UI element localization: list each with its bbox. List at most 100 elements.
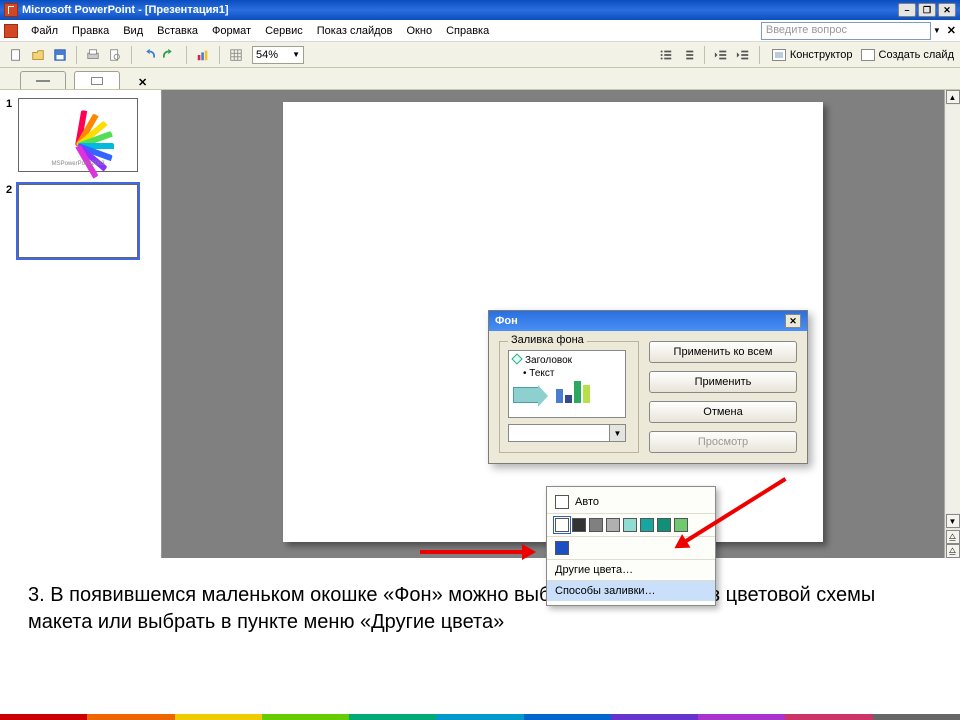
color-swatch[interactable] <box>623 518 637 532</box>
slide-panel: 1 MSPowerPoint2003 2 <box>0 90 162 558</box>
menu-slideshow[interactable]: Показ слайдов <box>310 25 400 37</box>
chevron-down-icon: ▼ <box>609 425 625 441</box>
auto-label: Авто <box>575 496 599 508</box>
color-swatch[interactable] <box>589 518 603 532</box>
help-search-input[interactable]: Введите вопрос <box>761 22 931 40</box>
design-icon <box>772 49 786 61</box>
close-button[interactable]: ✕ <box>938 3 956 17</box>
outdent-icon[interactable] <box>711 45 731 65</box>
vertical-scrollbar[interactable]: ▲ ▼ ⧋ ⧋ <box>944 90 960 558</box>
slide-number: 1 <box>6 98 12 172</box>
undo-icon[interactable] <box>138 45 158 65</box>
fill-effects-label: Способы заливки… <box>555 585 656 597</box>
dialog-close-button[interactable]: ✕ <box>785 314 801 328</box>
diamond-icon <box>511 353 522 364</box>
outline-tabs: ✕ <box>0 68 960 90</box>
app-menu-icon[interactable] <box>4 24 18 38</box>
fill-fieldset: Заливка фона Заголовок • Текст ▼ <box>499 341 639 453</box>
new-doc-icon[interactable] <box>6 45 26 65</box>
fill-color-combo[interactable]: ▼ <box>508 424 626 442</box>
design-button[interactable]: Конструктор <box>772 49 853 61</box>
color-dropdown-menu: Авто Другие цвета… Способы заливки… <box>546 486 716 606</box>
save-icon[interactable] <box>50 45 70 65</box>
new-slide-button[interactable]: Создать слайд <box>861 49 954 61</box>
color-swatch[interactable] <box>555 518 569 532</box>
menu-edit[interactable]: Правка <box>65 25 116 37</box>
fill-effects-item[interactable]: Способы заливки… <box>547 581 715 601</box>
standard-toolbar: 54% ▼ Конструктор Создать слайд <box>0 42 960 68</box>
menu-format[interactable]: Формат <box>205 25 258 37</box>
bullets-icon[interactable] <box>656 45 676 65</box>
auto-swatch-icon <box>555 495 569 509</box>
arrow-shape-icon <box>513 387 539 403</box>
next-slide-icon[interactable]: ⧋ <box>946 544 960 558</box>
zoom-value: 54% <box>256 49 278 61</box>
outline-tab[interactable] <box>20 71 66 89</box>
slides-tab[interactable] <box>74 71 120 89</box>
slide-preview: Заголовок • Текст <box>508 350 626 418</box>
color-swatch[interactable] <box>606 518 620 532</box>
slide-number: 2 <box>6 184 12 258</box>
more-colors-item[interactable]: Другие цвета… <box>547 560 715 581</box>
scheme-color-row <box>547 514 715 537</box>
chart-icon[interactable] <box>193 45 213 65</box>
workspace: 1 MSPowerPoint2003 2 ▲ ▼ ⧋ ⧋ Фон ✕ Залив… <box>0 90 960 558</box>
numbering-icon[interactable] <box>678 45 698 65</box>
preview-bullet: Текст <box>529 368 554 379</box>
slide-thumbnail-1[interactable]: 1 MSPowerPoint2003 <box>6 98 155 172</box>
menu-bar: Файл Правка Вид Вставка Формат Сервис По… <box>0 20 960 42</box>
menu-insert[interactable]: Вставка <box>150 25 205 37</box>
design-label: Конструктор <box>790 49 853 61</box>
indent-icon[interactable] <box>733 45 753 65</box>
print-icon[interactable] <box>83 45 103 65</box>
prev-slide-icon[interactable]: ⧋ <box>946 530 960 544</box>
restore-button[interactable]: ❐ <box>918 3 936 17</box>
preview-icon[interactable] <box>105 45 125 65</box>
scroll-down-icon[interactable]: ▼ <box>946 514 960 528</box>
footer-color-strip <box>0 714 960 720</box>
fieldset-legend: Заливка фона <box>508 334 587 346</box>
minimize-button[interactable]: – <box>898 3 916 17</box>
chevron-down-icon: ▼ <box>292 50 300 59</box>
menu-file[interactable]: Файл <box>24 25 65 37</box>
redo-icon[interactable] <box>160 45 180 65</box>
mdi-close-button[interactable]: ✕ <box>947 24 956 37</box>
chart-icon <box>556 381 590 403</box>
menu-tools[interactable]: Сервис <box>258 25 310 37</box>
scroll-up-icon[interactable]: ▲ <box>946 90 960 104</box>
color-swatch[interactable] <box>572 518 586 532</box>
apply-button[interactable]: Применить <box>649 371 797 393</box>
thumbnail: MSPowerPoint2003 <box>18 98 138 172</box>
grid-icon[interactable] <box>226 45 246 65</box>
slide-thumbnail-2[interactable]: 2 <box>6 184 155 258</box>
scroll-track[interactable] <box>946 105 960 513</box>
open-icon[interactable] <box>28 45 48 65</box>
zoom-combo[interactable]: 54% ▼ <box>252 46 304 64</box>
panel-close-button[interactable]: ✕ <box>138 76 147 89</box>
new-slide-label: Создать слайд <box>879 49 954 61</box>
thumbnail <box>18 184 138 258</box>
menu-view[interactable]: Вид <box>116 25 150 37</box>
preview-button[interactable]: Просмотр <box>649 431 797 453</box>
new-slide-icon <box>861 49 875 61</box>
preview-title: Заголовок <box>525 355 572 366</box>
help-dropdown-icon[interactable]: ▼ <box>933 26 941 35</box>
more-colors-label: Другие цвета… <box>555 564 633 576</box>
dialog-title: Фон <box>495 315 518 327</box>
color-swatch[interactable] <box>555 541 569 555</box>
color-swatch[interactable] <box>657 518 671 532</box>
dialog-titlebar[interactable]: Фон ✕ <box>489 311 807 331</box>
annotation-arrow <box>420 550 530 554</box>
color-swatch[interactable] <box>674 518 688 532</box>
title-bar: Microsoft PowerPoint - [Презентация1] – … <box>0 0 960 20</box>
instruction-text: 3. В появившемся маленьком окошке «Фон» … <box>0 558 960 660</box>
menu-help[interactable]: Справка <box>439 25 496 37</box>
menu-window[interactable]: Окно <box>400 25 440 37</box>
apply-all-button[interactable]: Применить ко всем <box>649 341 797 363</box>
background-dialog: Фон ✕ Заливка фона Заголовок • Текст ▼ П… <box>488 310 808 464</box>
window-title: Microsoft PowerPoint - [Презентация1] <box>22 4 229 16</box>
cancel-button[interactable]: Отмена <box>649 401 797 423</box>
color-swatch[interactable] <box>640 518 654 532</box>
auto-color-item[interactable]: Авто <box>547 491 715 514</box>
powerpoint-icon <box>4 3 18 17</box>
